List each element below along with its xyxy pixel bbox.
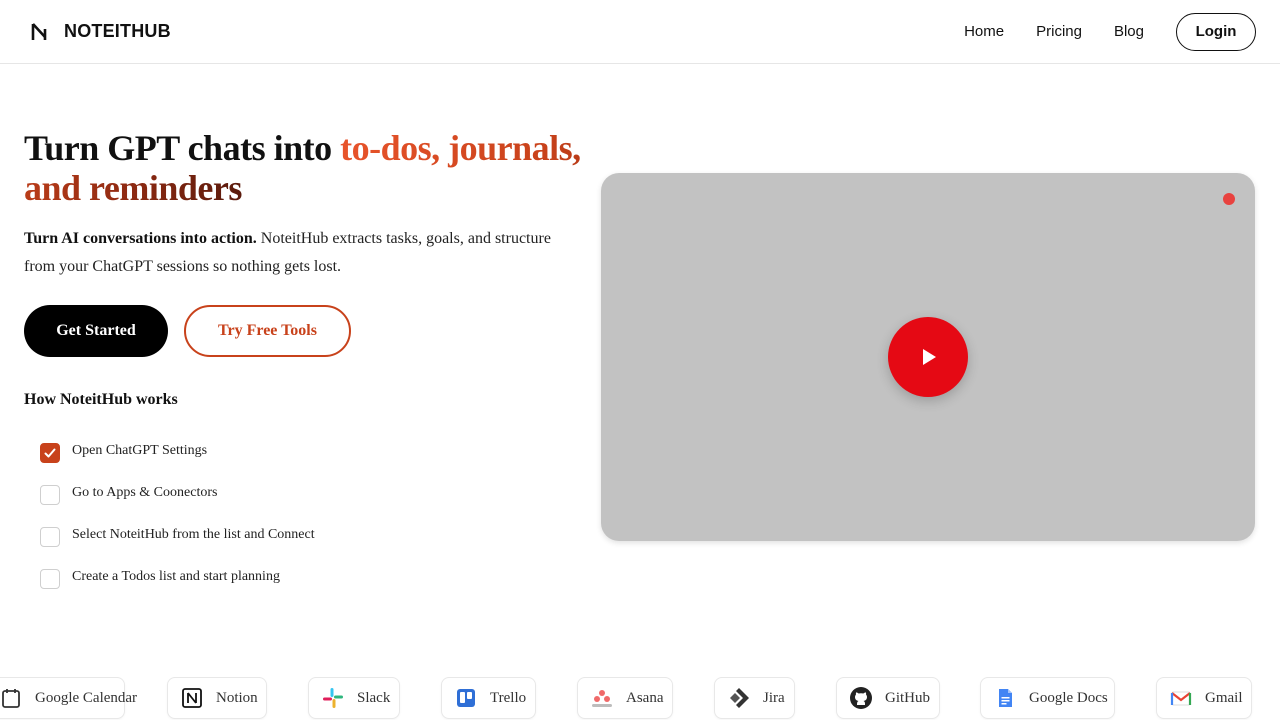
slack-icon xyxy=(321,686,345,710)
hero-subtitle-bold: Turn AI conversations into action. xyxy=(24,230,257,247)
main-nav: Home Pricing Blog Login xyxy=(964,12,1256,51)
google-docs-icon xyxy=(993,686,1017,710)
try-free-tools-button[interactable]: Try Free Tools xyxy=(184,305,351,357)
integrations-strip: Google Calendar Notion Slack Trello Asan… xyxy=(0,677,1280,720)
integration-chip[interactable]: Google Docs xyxy=(980,677,1115,719)
hero-subtitle: Turn AI conversations into action. Notei… xyxy=(24,225,569,281)
step-checkbox[interactable] xyxy=(40,443,60,463)
integration-label: Gmail xyxy=(1205,689,1243,706)
step-item: Go to Apps & Coonectors xyxy=(40,474,315,516)
notion-icon xyxy=(180,686,204,710)
integration-chip[interactable]: Notion xyxy=(167,677,267,719)
github-icon xyxy=(849,686,873,710)
integration-label: Google Calendar xyxy=(35,689,138,706)
hero-title: Turn GPT chats into to-dos, journals, an… xyxy=(24,128,584,208)
step-item: Open ChatGPT Settings xyxy=(40,432,315,474)
integration-label: Asana xyxy=(626,689,664,706)
noteithub-logo-icon xyxy=(31,22,47,40)
integration-label: Jira xyxy=(763,689,785,706)
integration-chip[interactable]: Gmail xyxy=(1156,677,1252,719)
nav-home[interactable]: Home xyxy=(964,23,1004,40)
get-started-button[interactable]: Get Started xyxy=(24,305,168,357)
cta-row: Get Started Try Free Tools xyxy=(24,305,351,357)
integration-chip[interactable]: Google Calendar xyxy=(0,677,137,719)
step-label: Open ChatGPT Settings xyxy=(72,443,208,458)
asana-icon xyxy=(590,686,614,710)
google-calendar-icon xyxy=(0,686,23,710)
demo-video[interactable] xyxy=(601,173,1255,541)
brand-name: NOTEITHUB xyxy=(64,21,171,41)
integration-chip[interactable]: GitHub xyxy=(836,677,940,719)
play-button[interactable] xyxy=(888,317,968,397)
trello-icon xyxy=(454,686,478,710)
checkmark-icon xyxy=(44,448,56,458)
step-label: Select NoteitHub from the list and Conne… xyxy=(72,527,315,542)
integration-chip[interactable]: Trello xyxy=(441,677,536,719)
integration-chip[interactable]: Asana xyxy=(577,677,673,719)
jira-icon xyxy=(727,686,751,710)
integration-label: GitHub xyxy=(885,689,930,706)
gmail-icon xyxy=(1169,686,1193,710)
step-checkbox[interactable] xyxy=(40,527,60,547)
steps-checklist: Open ChatGPT Settings Go to Apps & Coone… xyxy=(40,432,315,600)
hero-title-plain: Turn GPT chats into xyxy=(24,128,341,168)
integration-label: Slack xyxy=(357,689,391,706)
step-item: Create a Todos list and start planning xyxy=(40,558,315,600)
login-button[interactable]: Login xyxy=(1176,12,1256,51)
how-it-works-title: How NoteitHub works xyxy=(24,391,178,408)
site-header: NOTEITHUB Home Pricing Blog Login xyxy=(0,0,1280,64)
nav-blog[interactable]: Blog xyxy=(1114,23,1144,40)
integration-label: Google Docs xyxy=(1029,689,1108,706)
step-item: Select NoteitHub from the list and Conne… xyxy=(40,516,315,558)
integration-label: Notion xyxy=(216,689,258,706)
record-dot-icon xyxy=(1223,193,1235,205)
nav-pricing[interactable]: Pricing xyxy=(1036,23,1082,40)
brand[interactable]: NOTEITHUB xyxy=(30,21,171,43)
integration-chip[interactable]: Jira xyxy=(714,677,795,719)
play-icon xyxy=(923,349,936,365)
step-checkbox[interactable] xyxy=(40,569,60,589)
step-checkbox[interactable] xyxy=(40,485,60,505)
integration-chip[interactable]: Slack xyxy=(308,677,400,719)
integration-label: Trello xyxy=(490,689,527,706)
step-label: Create a Todos list and start planning xyxy=(72,569,280,584)
step-label: Go to Apps & Coonectors xyxy=(72,485,218,500)
